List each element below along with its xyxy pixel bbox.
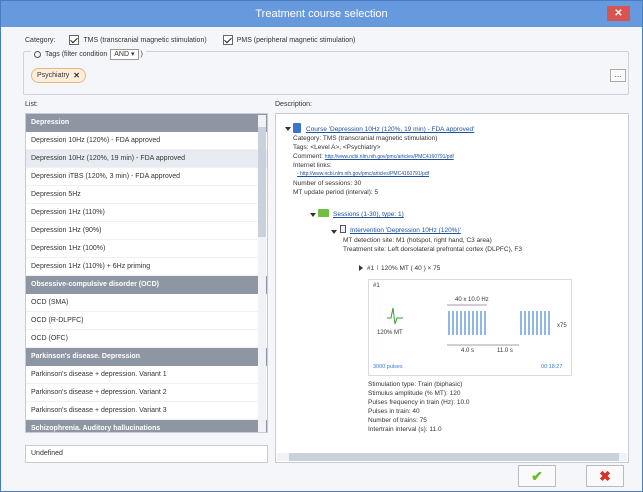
pms-checkbox[interactable]	[222, 35, 233, 45]
diagram-id: #1	[373, 283, 380, 289]
list-item[interactable]: Depression iTBS (120%, 3 min) - FDA appr…	[26, 168, 267, 186]
intervention-icon	[340, 225, 346, 233]
list-item[interactable]: Parkinson's disease + depression. Varian…	[26, 402, 267, 420]
tms-label: TMS (transcranial magnetic stimulation)	[83, 36, 207, 44]
window-title: Treatment course selection	[255, 8, 388, 20]
tags-legend: Tags (filter condition AND ▾ )	[31, 48, 146, 60]
pulse-diagram-svg	[387, 304, 550, 346]
title-bar: Treatment course selection ✕	[1, 1, 642, 27]
sessions-link[interactable]: Sessions (1-30), type: 1)	[333, 211, 404, 218]
list-group-header: Parkinson's disease. Depression	[26, 348, 267, 366]
tag-chip-psychiatry[interactable]: Psychiatry ✕	[31, 68, 86, 83]
remove-tag-icon[interactable]: ✕	[73, 71, 80, 80]
tags-suffix: )	[140, 50, 143, 58]
course-icon	[293, 123, 301, 133]
stimulation-param: Number of trains: 75	[368, 417, 427, 424]
undefined-item[interactable]: Undefined	[25, 445, 268, 463]
collapse-intervention-icon[interactable]	[331, 230, 337, 234]
check-icon: ✔	[531, 468, 543, 484]
pms-label: PMS (peripheral magnetic stimulation)	[236, 36, 356, 44]
stimulation-param: Intertrain interval (s): 11.0	[368, 426, 442, 433]
cancel-icon: ✖	[599, 468, 611, 484]
close-button[interactable]: ✕	[607, 6, 630, 21]
diagram-interval-duration: 11.0 s	[497, 348, 513, 354]
list-scrollbar-thumb[interactable]	[258, 127, 266, 237]
diagram-frequency: 40 x 10.0 Hz	[455, 297, 489, 303]
protocol-repeat: ) × 75	[423, 265, 441, 272]
sessions-count: Number of sessions: 30	[293, 180, 362, 187]
collapse-sessions-icon[interactable]	[310, 213, 316, 217]
chevron-down-icon: ▾	[131, 50, 135, 58]
comment-line: Comment: http://www.ncbi.nlm.nih.gov/pmc…	[293, 153, 454, 160]
list-item[interactable]: Depression 1Hz (110%)	[26, 204, 267, 222]
protocol-formula: ( 40	[410, 265, 422, 272]
list-item[interactable]: Depression 5Hz	[26, 186, 267, 204]
tags-more-button[interactable]: ...	[610, 69, 626, 82]
list-group-header: Obsessive-compulsive disorder (OCD)	[26, 276, 267, 294]
tags-line: Tags: <Level A>, <Psychiatry>	[293, 144, 381, 151]
comment-link[interactable]: http://www.ncbi.nlm.nih.gov/pmc/articles…	[325, 154, 454, 160]
list-item[interactable]: OCD (SMA)	[26, 294, 267, 312]
list-item[interactable]: Depression 10Hz (120%) - FDA approved	[26, 132, 267, 150]
list-item[interactable]: Depression 10Hz (120%, 19 min) - FDA app…	[26, 150, 267, 168]
protocol-id: #1	[367, 265, 375, 272]
pulse-diagram: #1 120% MT 40 x 10.0 Hz x75 4.0 s 11.0 s…	[368, 279, 572, 376]
list-item[interactable]: OCD (OFC)	[26, 330, 267, 348]
pulse-wave-icon: ⌇	[376, 265, 380, 272]
diagram-pulses: 3000 pulses	[373, 364, 403, 370]
stimulation-param: Pulses frequency in train (Hz): 10.0	[368, 399, 470, 406]
list-group-header: Schizophrenia. Auditory hallucinations	[26, 420, 267, 432]
category-row: Category: TMS (transcranial magnetic sti…	[25, 33, 355, 47]
close-icon: ✕	[614, 8, 623, 19]
pulse-waveform-icon	[387, 307, 403, 325]
pulse-train-2	[520, 311, 550, 335]
pulse-train-1	[448, 311, 486, 335]
description-scrollbar-thumb[interactable]	[289, 453, 619, 461]
list-item[interactable]: Parkinson's disease + depression. Varian…	[26, 366, 267, 384]
description-panel: Course 'Depression 10Hz (120%, 19 min) -…	[275, 113, 629, 463]
course-list-rows: Depression Depression 10Hz (120%) - FDA a…	[26, 114, 267, 432]
stimulation-param: Stimulus amplitude (% MT): 120	[368, 390, 461, 397]
search-icon	[34, 50, 41, 58]
treatment-site: Treatment site: Left dorsolateral prefro…	[343, 246, 522, 253]
folder-icon	[318, 209, 329, 217]
collapse-course-icon[interactable]	[285, 127, 291, 131]
stimulation-param: Pulses in train: 40	[368, 408, 420, 415]
course-list: Depression Depression 10Hz (120%) - FDA a…	[25, 113, 268, 433]
tms-checkbox[interactable]	[69, 35, 80, 45]
internet-link[interactable]: - http://www.ncbi.nlm.nih.gov/pmc/articl…	[297, 171, 429, 177]
description-scrollbar[interactable]	[277, 453, 627, 461]
diagram-train-duration: 4.0 s	[461, 348, 475, 354]
course-title-link[interactable]: Course 'Depression 10Hz (120%, 19 min) -…	[306, 126, 474, 133]
stimulation-param: Stimulation type: Train (biphasic)	[368, 381, 463, 388]
diagram-repeat: x75	[557, 323, 567, 329]
list-scrollbar[interactable]	[258, 115, 266, 432]
tags-label: Tags (filter condition	[45, 50, 108, 58]
list-item[interactable]: Depression 1Hz (90%)	[26, 222, 267, 240]
collapse-protocol-icon[interactable]	[359, 265, 363, 271]
list-group-header: Depression	[26, 114, 267, 132]
cancel-button[interactable]: ✖	[586, 465, 624, 487]
list-item[interactable]: Parkinson's disease + depression. Varian…	[26, 384, 267, 402]
protocol-mt: 120% MT	[381, 265, 409, 272]
list-item[interactable]: OCD (R-DLPFC)	[26, 312, 267, 330]
dialog-window: Treatment course selection ✕ Category: T…	[0, 0, 643, 492]
list-item[interactable]: Depression 1Hz (110%) + 6Hz priming	[26, 258, 267, 276]
filter-condition-select[interactable]: AND ▾	[110, 48, 139, 60]
list-item[interactable]: Depression 1Hz (100%)	[26, 240, 267, 258]
ok-button[interactable]: ✔	[518, 465, 556, 487]
mt-detection-site: MT detection site: M1 (hotspot, right ha…	[343, 237, 492, 244]
comment-label: Comment:	[293, 153, 323, 160]
protocol-summary: #1 ⌇ 120% MT ( 40 ) × 75	[367, 264, 440, 272]
diagram-time: 00:18:27	[541, 364, 563, 370]
intervention-link[interactable]: Intervention 'Depression 10Hz (120%)'	[350, 227, 461, 234]
tag-chip-label: Psychiatry	[37, 72, 70, 79]
list-label: List:	[25, 101, 38, 108]
mt-update-period: MT update period (interval): 5	[293, 189, 379, 196]
category-line: Category: TMS (transcranial magnetic sti…	[293, 135, 438, 142]
category-label: Category:	[25, 36, 56, 44]
internet-links-label: Internet links:	[293, 162, 332, 169]
description-label: Description:	[275, 101, 312, 108]
diagram-mt: 120% MT	[377, 330, 403, 336]
